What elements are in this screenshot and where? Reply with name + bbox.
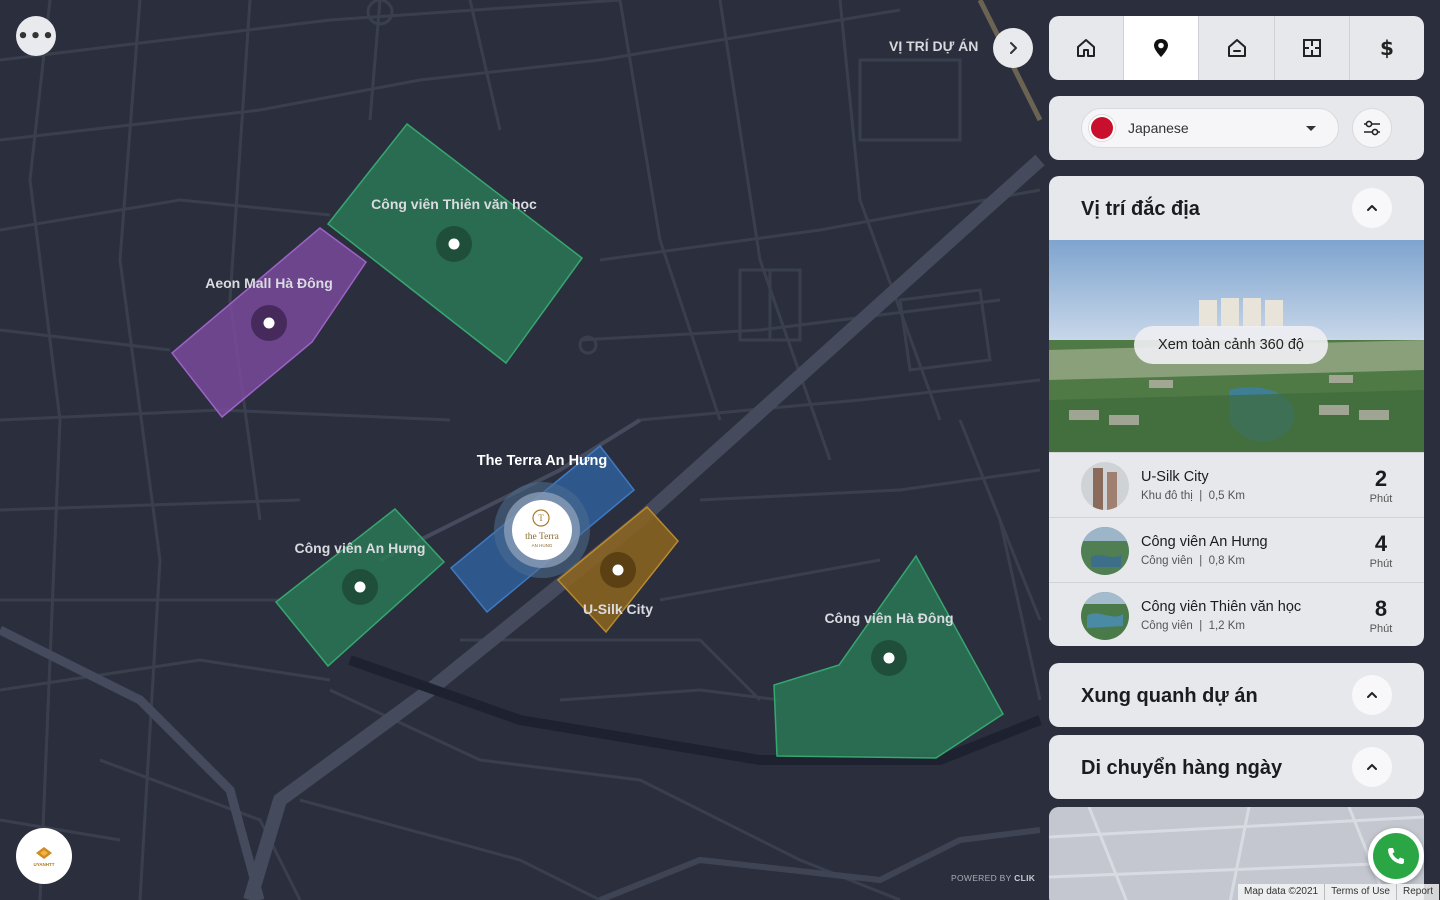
caret-down-icon bbox=[1306, 126, 1316, 131]
map-data-credit: Map data ©2021 bbox=[1244, 886, 1319, 897]
expand-button[interactable] bbox=[1352, 675, 1392, 715]
place-name: Công viên An Hưng bbox=[1141, 534, 1268, 550]
chevron-up-icon bbox=[1367, 692, 1377, 698]
place-name: Công viên Thiên văn học bbox=[1141, 599, 1302, 615]
chevron-up-icon bbox=[1367, 764, 1377, 770]
logo-text: UYANHTT bbox=[33, 862, 55, 867]
label-thien-van-hoc: Công viên Thiên văn học bbox=[371, 196, 537, 212]
terra-logo-line2: AN HUNG bbox=[532, 543, 553, 548]
collapse-button[interactable] bbox=[1352, 188, 1392, 228]
vi-tri-header[interactable]: Vị trí đắc địa bbox=[1049, 176, 1424, 240]
tab-location[interactable] bbox=[1124, 16, 1200, 80]
xung-quanh-title: Xung quanh dự án bbox=[1081, 685, 1258, 707]
place-item-an-hung[interactable]: Công viên An Hưng Công viên | 0,8 Km 4 P… bbox=[1049, 517, 1424, 582]
place-thumbnail bbox=[1081, 462, 1129, 510]
map-pin-icon bbox=[1154, 39, 1169, 57]
travel-unit: Phút bbox=[1369, 623, 1393, 635]
label-ha-dong-park: Công viên Hà Đông bbox=[824, 610, 953, 626]
home-icon bbox=[1077, 39, 1096, 57]
place-meta: Khu đô thị | 0,5 Km bbox=[1141, 490, 1246, 502]
place-meta: Công viên | 1,2 Km bbox=[1141, 620, 1246, 632]
place-item-thien-van-hoc[interactable]: Công viên Thiên văn học Công viên | 1,2 … bbox=[1049, 582, 1424, 646]
next-button[interactable] bbox=[993, 28, 1033, 68]
place-name: U-Silk City bbox=[1141, 469, 1209, 485]
travel-minutes: 4 bbox=[1374, 531, 1388, 556]
filter-button[interactable] bbox=[1352, 108, 1392, 148]
travel-unit: Phút bbox=[1369, 493, 1393, 505]
label-terra: The Terra An Hưng bbox=[477, 453, 608, 469]
nav-tabs: $ bbox=[1049, 16, 1424, 80]
vi-tri-title: Vị trí đắc địa bbox=[1081, 198, 1200, 220]
brand-logo[interactable]: UYANHTT bbox=[16, 828, 72, 884]
travel-unit: Phút bbox=[1369, 558, 1393, 570]
di-chuyen-card[interactable]: Di chuyển hàng ngày bbox=[1049, 735, 1424, 799]
place-item-usilk[interactable]: U-Silk City Khu đô thị | 0,5 Km 2 Phút bbox=[1049, 452, 1424, 517]
sliders-icon bbox=[1364, 120, 1380, 136]
language-value: Japanese bbox=[1128, 120, 1189, 136]
floorplan-icon bbox=[1302, 39, 1321, 57]
tab-house[interactable] bbox=[1199, 16, 1275, 80]
place-thumbnail bbox=[1081, 527, 1129, 575]
powered-by: POWERED BY CLIK bbox=[951, 873, 1036, 883]
house-icon bbox=[1227, 39, 1246, 57]
terms-link[interactable]: Terms of Use bbox=[1324, 884, 1396, 900]
pano-360-button[interactable]: Xem toàn cảnh 360 độ bbox=[1134, 326, 1328, 364]
label-an-hung-park: Công viên An Hưng bbox=[295, 540, 426, 556]
svg-text:T: T bbox=[538, 513, 544, 523]
xung-quanh-card[interactable]: Xung quanh dự án bbox=[1049, 663, 1424, 727]
terra-logo[interactable] bbox=[512, 500, 572, 560]
tab-home[interactable] bbox=[1049, 16, 1125, 80]
report-link[interactable]: Report bbox=[1396, 884, 1439, 900]
tab-floorplan[interactable] bbox=[1275, 16, 1350, 80]
location-title: VỊ TRÍ DỰ ÁN bbox=[889, 38, 979, 54]
more-menu-button[interactable]: ••• bbox=[16, 16, 56, 56]
label-usilk-city: U-Silk City bbox=[583, 601, 653, 617]
di-chuyen-title: Di chuyển hàng ngày bbox=[1081, 757, 1283, 779]
dollar-icon: $ bbox=[1379, 36, 1394, 60]
more-dots-icon: ••• bbox=[17, 25, 55, 47]
aerial-photo: Xem toàn cảnh 360 độ bbox=[1049, 240, 1424, 452]
japan-flag-icon bbox=[1088, 114, 1116, 142]
map-attribution: Map data ©2021 Terms of Use Report bbox=[1238, 884, 1440, 900]
travel-minutes: 8 bbox=[1374, 596, 1388, 621]
place-thumbnail bbox=[1081, 592, 1129, 640]
logo-mark-icon bbox=[36, 847, 52, 859]
travel-minutes: 2 bbox=[1374, 466, 1388, 491]
chevron-up-icon bbox=[1367, 205, 1377, 211]
label-aeon-mall: Aeon Mall Hà Đông bbox=[205, 275, 333, 291]
place-meta: Công viên | 0,8 Km bbox=[1141, 555, 1246, 567]
phone-icon bbox=[1388, 848, 1404, 864]
call-button[interactable] bbox=[1368, 828, 1424, 884]
language-select[interactable]: Japanese bbox=[1081, 108, 1339, 148]
vi-tri-card: Vị trí đắc địa Xem toàn cảnh 360 độ U-Si… bbox=[1049, 176, 1424, 646]
terra-logo-line1: the Terra bbox=[525, 532, 559, 542]
language-bar: Japanese bbox=[1049, 96, 1424, 160]
chevron-right-icon bbox=[1010, 42, 1017, 54]
tab-price[interactable]: $ bbox=[1350, 16, 1424, 80]
expand-button[interactable] bbox=[1352, 747, 1392, 787]
